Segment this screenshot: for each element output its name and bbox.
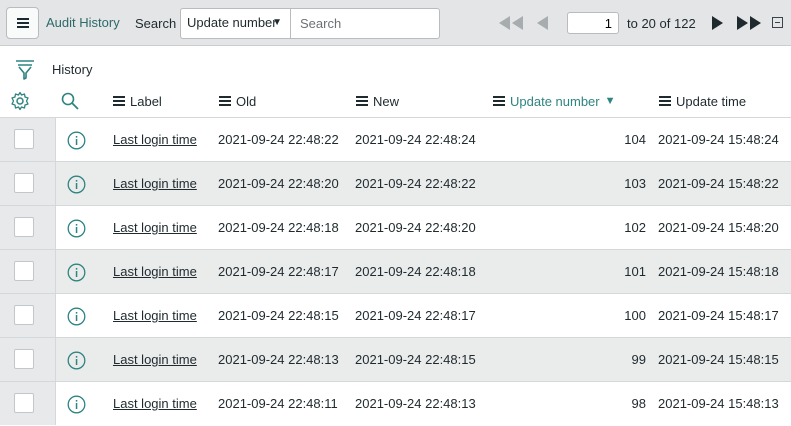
table-row: Last login time 2021-09-24 22:48:17 2021-0…: [0, 249, 791, 293]
column-title: Label: [130, 93, 162, 109]
search-input[interactable]: [290, 8, 440, 39]
update-time: 2021-09-24 15:48:13: [658, 396, 779, 411]
old-value: 2021-09-24 22:48:22: [218, 132, 339, 147]
filter-icon[interactable]: [15, 59, 35, 81]
checkbox-cell: [0, 294, 56, 337]
update-number: 98: [631, 396, 646, 411]
search-label: Search: [135, 16, 177, 31]
checkbox-cell: [0, 162, 56, 205]
table-row: Last login time 2021-09-24 22:48:15 2021-0…: [0, 293, 791, 337]
update-number: 99: [631, 352, 646, 367]
old-value: 2021-09-24 22:48:17: [218, 264, 339, 279]
row-checkbox[interactable]: [14, 349, 34, 369]
hamburger-icon: [16, 18, 29, 28]
table-row: Last login time 2021-09-24 22:48:22 2021-0…: [0, 117, 791, 161]
update-number: 101: [624, 264, 646, 279]
checkbox-cell: [0, 250, 56, 293]
list-header: Audit History Search Update number ▼ to …: [0, 0, 791, 46]
old-value: 2021-09-24 22:48:13: [218, 352, 339, 367]
collapse-icon[interactable]: [772, 17, 783, 28]
label-link[interactable]: Last login time: [113, 132, 197, 147]
next-page-icon[interactable]: [710, 15, 724, 31]
search-icon[interactable]: [61, 92, 79, 110]
column-menu-icon[interactable]: [493, 96, 505, 106]
page-number-input[interactable]: [567, 12, 619, 34]
column-header-update-number[interactable]: Update number ▼: [493, 89, 616, 113]
update-time: 2021-09-24 15:48:15: [658, 352, 779, 367]
table-row: Last login time 2021-09-24 22:48:11 2021-0…: [0, 381, 791, 425]
old-value: 2021-09-24 22:48:18: [218, 220, 339, 235]
sort-descending-icon: ▼: [604, 95, 616, 107]
row-checkbox[interactable]: [14, 393, 34, 413]
search-field-value: Update number: [187, 15, 277, 30]
checkbox-cell: [0, 206, 56, 249]
new-value: 2021-09-24 22:48:15: [355, 352, 476, 367]
page-title[interactable]: Audit History: [46, 15, 120, 30]
new-value: 2021-09-24 22:48:18: [355, 264, 476, 279]
info-icon[interactable]: [67, 175, 86, 194]
column-menu-icon[interactable]: [219, 96, 231, 106]
column-menu-icon[interactable]: [356, 96, 368, 106]
update-number: 103: [624, 176, 646, 191]
table-row: Last login time 2021-09-24 22:48:13 2021-0…: [0, 337, 791, 381]
row-checkbox[interactable]: [14, 217, 34, 237]
column-header-update-time[interactable]: Update time: [659, 89, 746, 113]
new-value: 2021-09-24 22:48:17: [355, 308, 476, 323]
update-number: 102: [624, 220, 646, 235]
label-link[interactable]: Last login time: [113, 352, 197, 367]
chevron-down-icon: ▼: [272, 17, 282, 28]
label-link[interactable]: Last login time: [113, 176, 197, 191]
label-link[interactable]: Last login time: [113, 220, 197, 235]
update-time: 2021-09-24 15:48:17: [658, 308, 779, 323]
new-value: 2021-09-24 22:48:22: [355, 176, 476, 191]
row-checkbox[interactable]: [14, 129, 34, 149]
label-link[interactable]: Last login time: [113, 308, 197, 323]
old-value: 2021-09-24 22:48:11: [218, 396, 338, 411]
info-icon[interactable]: [67, 131, 86, 150]
hamburger-menu-button[interactable]: [6, 7, 39, 39]
new-value: 2021-09-24 22:48:20: [355, 220, 476, 235]
row-checkbox[interactable]: [14, 305, 34, 325]
column-menu-icon[interactable]: [659, 96, 671, 106]
checkbox-cell: [0, 118, 56, 161]
gear-icon[interactable]: [10, 91, 30, 111]
row-checkbox[interactable]: [14, 261, 34, 281]
old-value: 2021-09-24 22:48:15: [218, 308, 339, 323]
label-link[interactable]: Last login time: [113, 396, 197, 411]
new-value: 2021-09-24 22:48:24: [355, 132, 476, 147]
breadcrumb[interactable]: History: [52, 62, 92, 77]
first-page-icon[interactable]: [498, 15, 524, 31]
last-page-icon[interactable]: [736, 15, 762, 31]
column-header-old[interactable]: Old: [219, 89, 256, 113]
old-value: 2021-09-24 22:48:20: [218, 176, 339, 191]
info-icon[interactable]: [67, 263, 86, 282]
info-icon[interactable]: [67, 219, 86, 238]
column-title: Old: [236, 93, 257, 109]
label-link[interactable]: Last login time: [113, 264, 197, 279]
column-header-new[interactable]: New: [356, 89, 399, 113]
update-time: 2021-09-24 15:48:24: [658, 132, 779, 147]
update-time: 2021-09-24 15:48:18: [658, 264, 779, 279]
page-range-text: to 20 of 122: [627, 16, 696, 31]
search-field-select[interactable]: Update number ▼: [180, 8, 291, 39]
update-time: 2021-09-24 15:48:22: [658, 176, 779, 191]
new-value: 2021-09-24 22:48:13: [355, 396, 476, 411]
info-icon[interactable]: [67, 351, 86, 370]
table-row: Last login time 2021-09-24 22:48:18 2021-0…: [0, 205, 791, 249]
info-icon[interactable]: [67, 307, 86, 326]
column-header-label[interactable]: Label: [113, 89, 162, 113]
row-checkbox[interactable]: [14, 173, 34, 193]
column-title: Update time: [676, 93, 747, 109]
column-menu-icon[interactable]: [113, 96, 125, 106]
update-time: 2021-09-24 15:48:20: [658, 220, 779, 235]
column-title: New: [373, 93, 400, 109]
table-row: Last login time 2021-09-24 22:48:20 2021-0…: [0, 161, 791, 205]
checkbox-cell: [0, 382, 56, 425]
checkbox-cell: [0, 338, 56, 381]
update-number: 104: [624, 132, 646, 147]
column-title: Update number: [510, 93, 600, 109]
update-number: 100: [624, 308, 646, 323]
info-icon[interactable]: [67, 395, 86, 414]
previous-page-icon[interactable]: [535, 15, 549, 31]
